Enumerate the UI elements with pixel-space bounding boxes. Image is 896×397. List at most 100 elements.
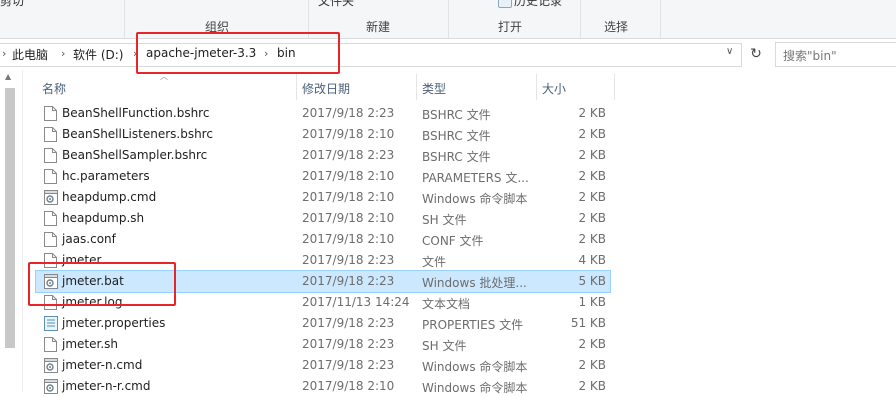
file-row[interactable]: jmeter-n-r.cmd 2017/9/18 2:10 Windows 命令脚本…: [36, 376, 610, 397]
script-gear-icon: [44, 358, 58, 373]
ribbon-cut-label[interactable]: 剪切: [0, 0, 24, 9]
file-type: Windows 命令脚本: [422, 360, 528, 374]
highlight-box-path: [136, 32, 340, 74]
file-type: Windows 批处理...: [422, 276, 527, 290]
column-divider[interactable]: [536, 74, 537, 100]
ribbon-divider: [448, 0, 449, 38]
file-type: BSHRC 文件: [422, 150, 491, 164]
refresh-icon[interactable]: ↻: [746, 44, 766, 64]
file-date: 2017/9/18 2:10: [302, 232, 395, 246]
column-header-size[interactable]: 大小: [542, 80, 566, 97]
file-date: 2017/9/18 2:10: [302, 379, 395, 393]
history-icon: [498, 0, 512, 8]
column-divider[interactable]: [416, 74, 417, 100]
file-type: 文件: [422, 255, 447, 269]
breadcrumb-this-pc[interactable]: 此电脑: [12, 46, 48, 63]
file-date: 2017/9/18 2:10: [302, 127, 395, 141]
file-name: heapdump.cmd: [62, 190, 157, 204]
file-name: jmeter-n-r.cmd: [62, 379, 151, 393]
file-size: 2 KB: [578, 211, 606, 225]
file-row[interactable]: jmeter-n.cmd 2017/9/18 2:23 Windows 命令脚本 2 …: [36, 355, 610, 376]
file-size: 2 KB: [578, 337, 606, 351]
column-divider[interactable]: [614, 74, 615, 100]
file-date: 2017/9/18 2:23: [302, 253, 395, 267]
chevron-right-icon: ›: [2, 47, 7, 60]
file-size: 2 KB: [578, 127, 606, 141]
file-name: jmeter.sh: [62, 337, 118, 351]
file-name: heapdump.sh: [62, 211, 145, 225]
file-name: BeanShellSampler.bshrc: [62, 148, 208, 162]
column-divider[interactable]: [296, 74, 297, 100]
file-date: 2017/9/18 2:10: [302, 169, 395, 183]
file-row[interactable]: heapdump.cmd 2017/9/18 2:10 Windows 命令脚本 2 …: [36, 187, 610, 208]
file-size: 2 KB: [578, 190, 606, 204]
chevron-right-icon: ›: [61, 47, 66, 60]
file-row[interactable]: jaas.conf 2017/9/18 2:10 CONF 文件 2 KB: [36, 229, 610, 250]
ribbon-history-label[interactable]: 历史记录: [514, 0, 562, 9]
file-size: 2 KB: [578, 148, 606, 162]
file-row[interactable]: BeanShellFunction.bshrc 2017/9/18 2:23 BSH…: [36, 103, 610, 124]
file-type: SH 文件: [422, 213, 467, 227]
column-header-name[interactable]: 名称: [42, 80, 66, 97]
document-icon: [44, 211, 57, 226]
file-row[interactable]: jmeter.properties 2017/9/18 2:23 PROPERTIE…: [36, 313, 610, 334]
breadcrumb-drive-d[interactable]: 软件 (D:): [73, 46, 123, 63]
document-icon: [44, 169, 57, 184]
ribbon-folder-label[interactable]: 文件夹: [318, 0, 354, 9]
file-type: 文本文档: [422, 297, 471, 311]
search-placeholder: 搜索"bin": [783, 49, 837, 63]
file-name: BeanShellListeners.bshrc: [62, 127, 213, 141]
ribbon-group-new: 新建: [366, 20, 391, 34]
file-row[interactable]: heapdump.sh 2017/9/18 2:10 SH 文件 2 KB: [36, 208, 610, 229]
document-icon: [44, 337, 57, 352]
file-type: BSHRC 文件: [422, 129, 491, 143]
document-icon: [44, 148, 57, 163]
scrollbar-thumb[interactable]: [5, 88, 15, 348]
file-type: CONF 文件: [422, 234, 484, 248]
properties-icon: [44, 316, 58, 331]
column-header-date[interactable]: 修改日期: [302, 80, 350, 97]
file-date: 2017/9/18 2:23: [302, 274, 395, 288]
file-size: 2 KB: [578, 169, 606, 183]
file-type: SH 文件: [422, 339, 467, 353]
file-row[interactable]: BeanShellListeners.bshrc 2017/9/18 2:10 BS…: [36, 124, 610, 145]
file-date: 2017/9/18 2:10: [302, 211, 395, 225]
ribbon: 剪切 文件夹 历史记录 组织 新建 打开 选择: [0, 0, 896, 39]
file-date: 2017/9/18 2:23: [302, 358, 395, 372]
file-row[interactable]: jmeter.sh 2017/9/18 2:23 SH 文件 2 KB: [36, 334, 610, 355]
ribbon-group-open: 打开: [498, 20, 523, 34]
file-size: 2 KB: [578, 106, 606, 120]
file-row[interactable]: hc.parameters 2017/9/18 2:10 PARAMETERS 文.…: [36, 166, 610, 187]
file-name: hc.parameters: [62, 169, 150, 183]
scroll-up-icon[interactable]: ▲: [5, 72, 11, 81]
highlight-box-jmeter-bat: [28, 262, 176, 306]
ribbon-divider: [580, 0, 581, 38]
document-icon: [44, 232, 57, 247]
file-size: 51 KB: [570, 316, 606, 330]
address-dropdown-icon[interactable]: ∨: [726, 46, 733, 57]
ribbon-divider: [660, 0, 661, 38]
file-type: BSHRC 文件: [422, 108, 491, 122]
file-date: 2017/9/18 2:23: [302, 148, 395, 162]
file-date: 2017/11/13 14:24: [302, 295, 410, 309]
file-size: 5 KB: [578, 274, 606, 288]
file-date: 2017/9/18 2:23: [302, 106, 395, 120]
file-type: Windows 命令脚本: [422, 192, 528, 206]
file-type: Windows 命令脚本: [422, 381, 528, 395]
file-type: PROPERTIES 文件: [422, 318, 524, 332]
file-date: 2017/9/18 2:10: [302, 190, 395, 204]
document-icon: [44, 106, 57, 121]
document-icon: [44, 127, 57, 142]
file-size: 2 KB: [578, 358, 606, 372]
file-size: 4 KB: [578, 253, 606, 267]
file-date: 2017/9/18 2:23: [302, 337, 395, 351]
file-name: jmeter-n.cmd: [62, 358, 143, 372]
file-date: 2017/9/18 2:23: [302, 316, 395, 330]
file-type: PARAMETERS 文...: [422, 171, 529, 185]
column-header-type[interactable]: 类型: [422, 80, 446, 97]
file-row[interactable]: BeanShellSampler.bshrc 2017/9/18 2:23 BSHR…: [36, 145, 610, 166]
ribbon-group-select: 选择: [604, 20, 629, 34]
file-name: jmeter.properties: [62, 316, 166, 330]
script-gear-icon: [44, 190, 58, 205]
file-size: 1 KB: [578, 295, 606, 309]
